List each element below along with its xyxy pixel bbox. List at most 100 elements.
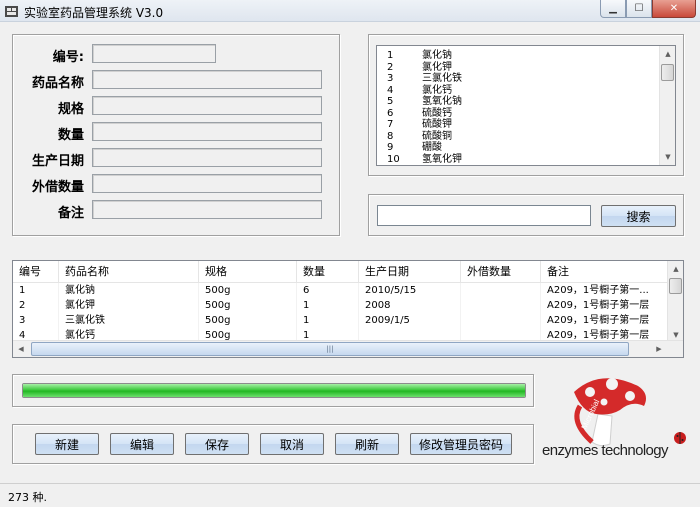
table-cell: 500g [199, 313, 297, 328]
list-item-name: 硼酸 [422, 142, 442, 153]
table-hscrollbar[interactable]: ◀ ||| ▶ [13, 340, 683, 357]
table-cell: 3 [13, 313, 59, 328]
scroll-thumb[interactable] [661, 64, 674, 81]
cancel-button[interactable]: 取消 [260, 433, 324, 455]
table-cell: A209，1号橱子第一... [541, 283, 669, 298]
table-cell: 1 [13, 283, 59, 298]
list-item-number: 7 [387, 119, 394, 130]
list-item-name: 氢氧化钾 [422, 153, 462, 165]
column-header[interactable]: 药品名称 [59, 261, 199, 282]
list-item-number: 4 [387, 84, 394, 96]
status-text: 273 种. [8, 491, 47, 504]
list-item[interactable]: 1 氯化钠 [377, 50, 675, 62]
lent-quantity-field[interactable] [92, 174, 322, 193]
list-item[interactable]: 2 氯化钾 [377, 62, 675, 74]
id-field[interactable] [92, 44, 216, 63]
search-button[interactable]: 搜索 [601, 205, 676, 227]
column-header[interactable]: 数量 [297, 261, 359, 282]
status-bar: 273 种. [0, 483, 700, 507]
progress-fill [23, 384, 525, 397]
list-item[interactable]: 3 三氯化铁 [377, 73, 675, 85]
scroll-up-icon[interactable]: ▲ [660, 46, 675, 62]
column-header[interactable]: 规格 [199, 261, 297, 282]
table-row[interactable]: 3 三氯化铁 500g 1 2009/1/5 A209，1号橱子第一层 [13, 313, 683, 328]
production-date-field[interactable] [92, 148, 322, 167]
table-row[interactable]: 1 氯化钠 500g 6 2010/5/15 A209，1号橱子第一... [13, 283, 683, 298]
column-header[interactable]: 备注 [541, 261, 669, 282]
scroll-thumb[interactable] [669, 278, 682, 294]
list-item-name: 氢氧化钠 [422, 96, 462, 107]
refresh-button[interactable]: 刷新 [335, 433, 399, 455]
drug-name-field[interactable] [92, 70, 322, 89]
table-cell: 500g [199, 298, 297, 313]
list-item[interactable]: 8 硫酸铜 [377, 131, 675, 143]
list-item-name: 硫酸钾 [422, 119, 452, 130]
list-item-number: 1 [387, 50, 394, 61]
table-cell: A209，1号橱子第一层 [541, 298, 669, 313]
list-item-name: 氯化钠 [422, 50, 452, 61]
scroll-up-icon[interactable]: ▲ [668, 261, 683, 277]
quantity-field[interactable] [92, 122, 322, 141]
list-item[interactable]: 6 硫酸钙 [377, 108, 675, 120]
remarks-field[interactable] [92, 200, 322, 219]
list-item[interactable]: 5 氢氧化钠 [377, 96, 675, 108]
logo-text: enzymes technology [542, 442, 669, 459]
list-item-name: 氯化钾 [422, 61, 452, 73]
table-header: 编号 药品名称 规格 数量 生产日期 外借数量 备注 [13, 261, 683, 283]
table-vscrollbar[interactable]: ▲ ▼ [667, 261, 683, 343]
list-item-number: 3 [387, 73, 394, 84]
table-cell: 氯化钠 [59, 283, 199, 298]
scroll-left-icon[interactable]: ◀ [13, 341, 29, 357]
list-item-name: 硫酸铜 [422, 130, 452, 142]
new-button[interactable]: 新建 [35, 433, 99, 455]
column-header[interactable]: 外借数量 [461, 261, 541, 282]
label-id: 编号: [52, 50, 84, 65]
save-button[interactable]: 保存 [185, 433, 249, 455]
maximize-button[interactable]: ☐ [626, 0, 652, 18]
table-cell: 1 [297, 298, 359, 313]
close-button[interactable]: ✕ [652, 0, 696, 18]
list-item-number: 10 [387, 153, 400, 165]
list-item-number: 8 [387, 130, 394, 142]
table-cell [461, 313, 541, 328]
change-admin-password-button[interactable]: 修改管理员密码 [410, 433, 512, 455]
table-cell [461, 283, 541, 298]
table-cell: 氯化钾 [59, 298, 199, 313]
list-item[interactable]: 7 硫酸钾 [377, 119, 675, 131]
list-item[interactable]: 10 氢氧化钾 [377, 154, 675, 166]
spec-field[interactable] [92, 96, 322, 115]
table-cell: A209，1号橱子第一层 [541, 313, 669, 328]
drug-listbox[interactable]: 1 氯化钠 2 氯化钾 3 三氯化铁 4 氯化钙 5 氢氧化钠 6 硫酸钙 7 硫酸钾 8 硫酸铜 9 硼酸 10 氢… [376, 45, 676, 166]
list-item-number: 5 [387, 96, 394, 107]
list-item[interactable]: 4 氯化钙 [377, 85, 675, 97]
table-cell: 2009/1/5 [359, 313, 461, 328]
column-header[interactable]: 生产日期 [359, 261, 461, 282]
minimize-button[interactable]: ▁ [600, 0, 626, 18]
label-remarks: 备注 [57, 206, 84, 221]
label-lent-quantity: 外借数量 [31, 180, 84, 195]
label-production-date: 生产日期 [31, 154, 84, 169]
scroll-down-icon[interactable]: ▼ [660, 149, 675, 165]
list-item-number: 9 [387, 142, 394, 153]
table-cell: 2 [13, 298, 59, 313]
table-cell: 500g [199, 283, 297, 298]
progress-bar [22, 383, 526, 398]
maximize-icon: ☐ [634, 3, 644, 14]
drug-list-scrollbar[interactable]: ▲ ▼ [659, 46, 675, 165]
title-bar: 实验室药品管理系统 V3.0 ▁ ☐ ✕ [0, 0, 700, 22]
minimize-icon: ▁ [609, 3, 617, 14]
drug-table[interactable]: 编号 药品名称 规格 数量 生产日期 外借数量 备注 1 氯化钠 500g 6 2010/5/15 A… [12, 260, 684, 358]
scroll-right-icon[interactable]: ▶ [651, 341, 667, 357]
edit-button[interactable]: 编辑 [110, 433, 174, 455]
list-item[interactable]: 9 硼酸 [377, 142, 675, 154]
column-header[interactable]: 编号 [13, 261, 59, 282]
table-row[interactable]: 2 氯化钾 500g 1 2008 A209，1号橱子第一层 [13, 298, 683, 313]
close-icon: ✕ [669, 3, 679, 14]
label-spec: 规格 [57, 102, 84, 117]
list-item-number: 2 [387, 61, 394, 73]
company-logo: Microbial enzymes technology [540, 370, 690, 470]
hscroll-thumb[interactable]: ||| [31, 342, 629, 356]
search-input[interactable] [377, 205, 591, 226]
list-item-name: 三氯化铁 [422, 73, 462, 84]
label-drug-name: 药品名称 [31, 76, 84, 91]
